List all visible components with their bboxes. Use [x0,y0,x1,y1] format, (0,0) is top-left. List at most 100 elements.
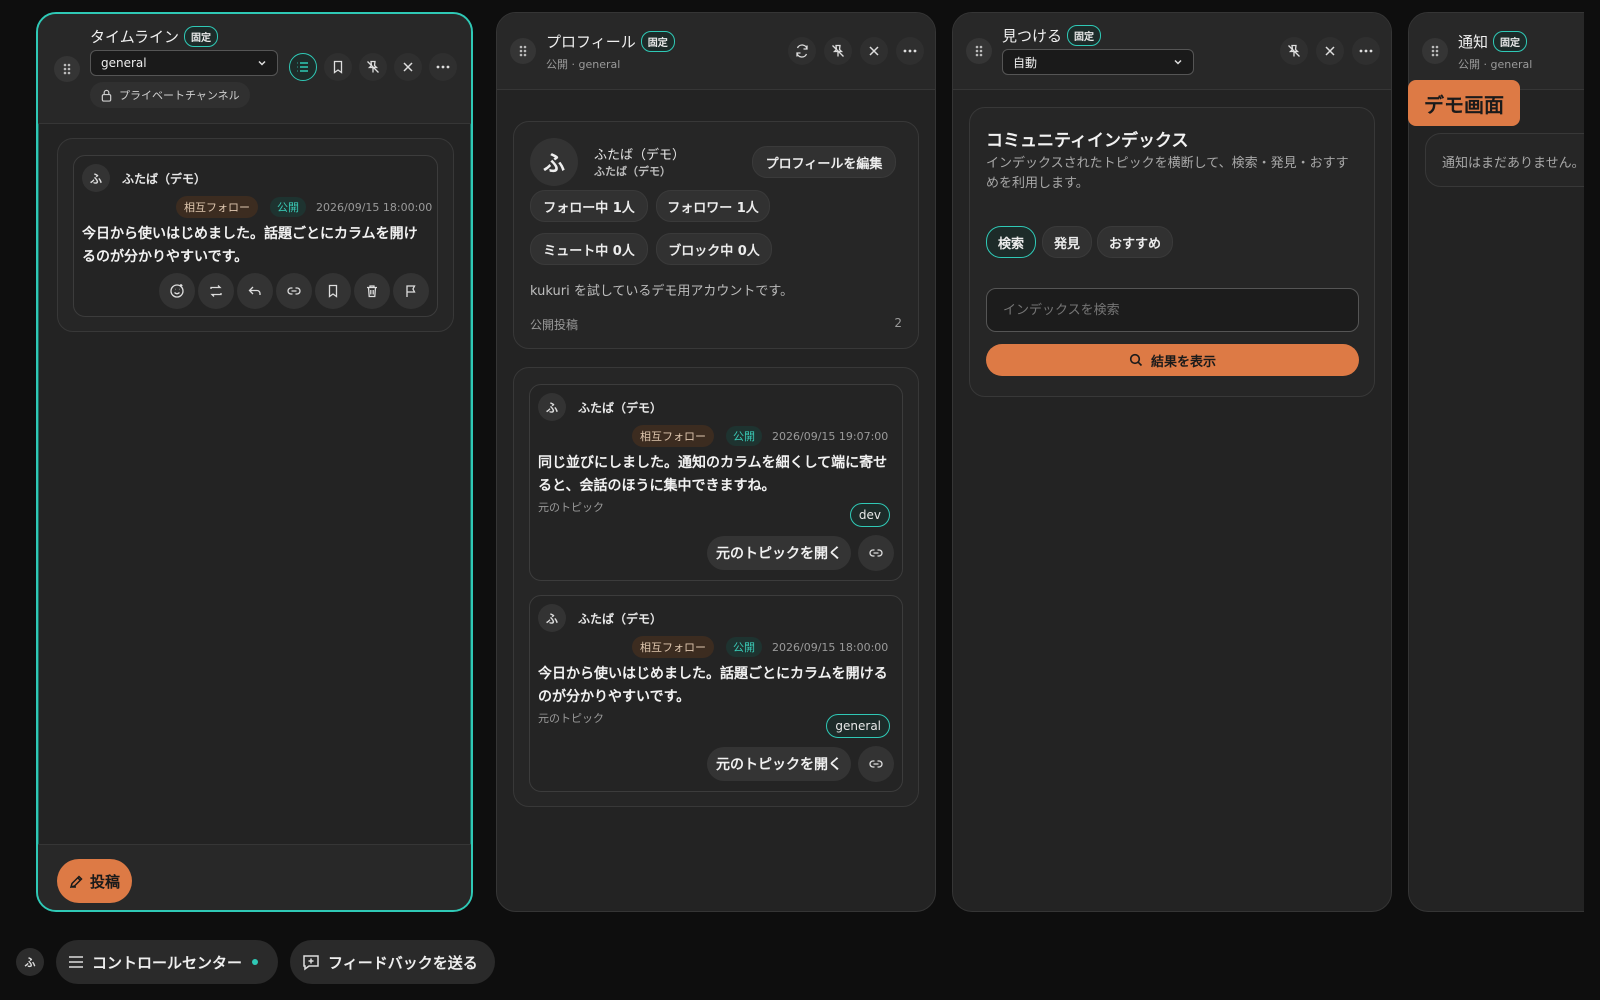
list-icon [297,62,308,72]
channel-select[interactable]: general [90,50,278,76]
index-search-input[interactable] [986,288,1359,332]
viewport-edge [1584,0,1600,1000]
timeline-header: タイムライン 固定 general プライベートチャンネル [38,14,471,124]
pinned-badge: 固定 [1493,31,1528,52]
more-horizontal-icon [1359,49,1373,53]
following-count[interactable]: フォロー中 1人 [530,190,648,222]
bookmark-button[interactable] [324,53,352,81]
close-column-button[interactable] [860,37,888,65]
chevron-down-icon [1174,59,1182,65]
avatar[interactable]: ふ [538,604,566,632]
discover-column: 見つける 固定 自動 コミュニティインデックス インデックスされたトピックを横断… [952,12,1392,912]
open-topic-button[interactable]: 元のトピックを開く [707,747,851,781]
muted-count[interactable]: ミュート中 0人 [530,233,648,265]
blocked-count[interactable]: ブロック中 0人 [656,233,772,265]
post-author[interactable]: ふたば（デモ） [578,610,662,627]
menu-icon [69,956,83,968]
unpin-button[interactable] [1280,37,1308,65]
notifications-header: 通知 固定 公開 · general [1409,13,1600,90]
avatar[interactable]: ふ [538,393,566,421]
more-options-button[interactable] [1352,37,1380,65]
avatar[interactable]: ふ [82,164,110,192]
control-center-button[interactable]: コントロールセンター [56,940,278,984]
refresh-button[interactable] [788,37,816,65]
delete-post-button[interactable] [354,273,390,309]
pinned-badge: 固定 [640,31,675,52]
followers-count[interactable]: フォロワー 1人 [656,190,770,222]
post-author[interactable]: ふたば（デモ） [122,170,206,187]
show-results-button[interactable]: 結果を表示 [986,344,1359,376]
origin-topic-label: 元のトピック [538,712,604,725]
mutual-follow-badge: 相互フォロー [176,196,258,218]
drag-handle-icon[interactable] [966,38,992,64]
edit-profile-button[interactable]: プロフィールを編集 [752,146,896,178]
column-title: プロフィール 固定 [546,31,675,52]
refresh-icon [796,44,808,58]
react-button[interactable] [159,273,195,309]
more-options-button[interactable] [896,37,924,65]
copy-link-button[interactable] [276,273,312,309]
column-title: 見つける 固定 [1002,25,1102,46]
emoji-add-icon [170,284,184,298]
visibility-badge: 公開 [726,426,762,446]
topic-tag[interactable]: dev [849,503,890,527]
timeline-post: ふ ふたば（デモ） 相互フォロー 公開 2026/09/15 18:00:00 … [73,155,438,317]
tab-recommended[interactable]: おすすめ [1097,226,1173,258]
unpin-button[interactable] [359,53,387,81]
unpin-button[interactable] [824,37,852,65]
discover-header: 見つける 固定 自動 [953,13,1391,90]
post-timestamp: 2026/09/15 18:00:00 [772,641,889,654]
column-title: タイムライン 固定 [90,26,218,47]
notifications-column: 通知 固定 公開 · general 通知はまだありません。 [1408,12,1600,912]
topic-tag[interactable]: general [826,714,890,738]
copy-link-button[interactable] [858,746,894,782]
pencil-icon [69,874,83,888]
close-icon [869,46,879,56]
profile-name: ふたば（デモ） [594,148,686,163]
feedback-button[interactable]: フィードバックを送る [290,940,495,984]
reply-button[interactable] [237,273,273,309]
drag-handle-icon[interactable] [510,38,536,64]
link-icon [869,760,883,768]
tab-search[interactable]: 検索 [986,226,1036,258]
report-post-button[interactable] [393,273,429,309]
trash-icon [367,285,377,298]
bookmark-icon [328,284,338,298]
reply-icon [248,286,261,295]
mutual-follow-badge: 相互フォロー [632,425,714,447]
profile-handle: ふたば（デモ） [594,165,671,178]
post-body: 今日から使いはじめました。話題ごとにカラムを開けるのが分かりやすいです。 [82,226,418,265]
column-title: 通知 固定 [1458,31,1528,52]
repost-button[interactable] [198,273,234,309]
drag-handle-icon[interactable] [1422,38,1448,64]
mutual-follow-badge: 相互フォロー [632,636,714,658]
close-column-button[interactable] [1316,37,1344,65]
profile-column: プロフィール 固定 公開 · general ふ ふたば（デモ） ふたば（デモ）… [496,12,936,912]
drag-handle-icon[interactable] [54,56,80,82]
list-view-button[interactable] [289,53,317,81]
open-topic-button[interactable]: 元のトピックを開く [707,536,851,570]
mode-select[interactable]: 自動 [1002,49,1194,75]
more-options-button[interactable] [429,53,457,81]
profile-avatar[interactable]: ふ [530,138,578,186]
visibility-badge: 公開 [270,197,306,217]
bookmark-post-button[interactable] [315,273,351,309]
community-index-card: コミュニティインデックス インデックスされたトピックを横断して、検索・発見・おす… [969,107,1375,397]
profile-bio: kukuri を試しているデモ用アカウントです。 [530,284,794,299]
column-subtitle: 公開 · general [1458,58,1533,71]
more-horizontal-icon [436,65,450,69]
copy-link-button[interactable] [858,535,894,571]
close-column-button[interactable] [394,53,422,81]
tab-discover[interactable]: 発見 [1042,226,1092,258]
pin-off-icon [1288,44,1300,57]
visibility-badge: 公開 [726,637,762,657]
compose-button[interactable]: 投稿 [57,859,133,903]
pinned-badge: 固定 [183,26,218,47]
notifications-empty-card: 通知はまだありません。 [1425,133,1600,187]
post-author[interactable]: ふたば（デモ） [578,399,662,416]
public-posts-label: 公開投稿 [530,318,579,332]
private-channel-button[interactable]: プライベートチャンネル [90,82,250,108]
user-avatar[interactable]: ふ [16,948,44,976]
profile-card: ふ ふたば（デモ） ふたば（デモ） プロフィールを編集 フォロー中 1人 フォロ… [513,121,919,349]
section-description: インデックスされたトピックを横断して、検索・発見・おすすめを利用します。 [986,156,1349,191]
